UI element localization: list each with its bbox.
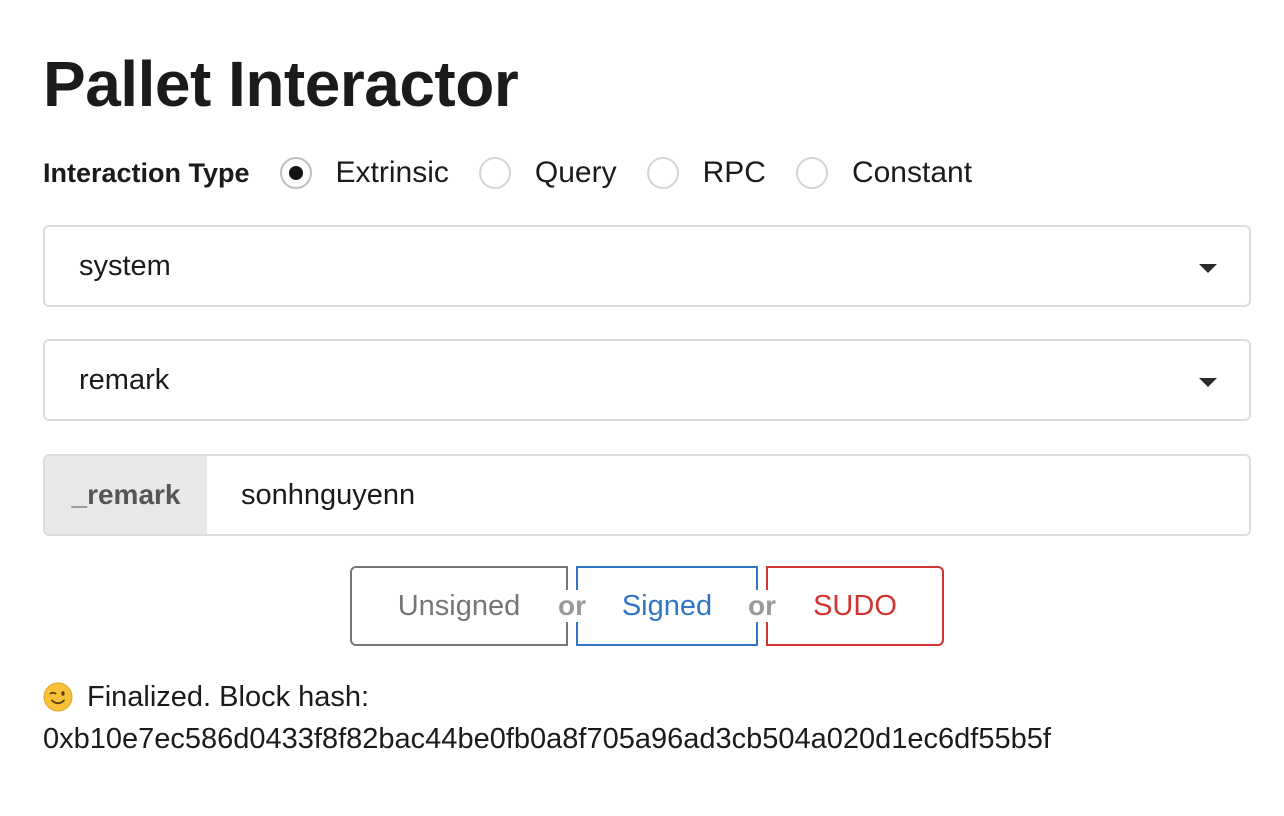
sudo-button[interactable]: SUDO (766, 566, 944, 646)
pallet-dropdown-value: system (79, 249, 171, 282)
status-message: Finalized. Block hash: (87, 681, 370, 713)
unsigned-button[interactable]: Unsigned (350, 566, 568, 646)
call-dropdown-value: remark (79, 363, 170, 396)
or-separator-label: or (742, 590, 782, 622)
caret-down-icon[interactable] (1199, 378, 1217, 387)
radio-constant-circle[interactable] (795, 157, 828, 189)
or-separator-label: or (552, 590, 592, 622)
wink-emoji-icon (43, 682, 73, 712)
caret-down-icon[interactable] (1199, 264, 1217, 273)
call-dropdown[interactable]: remark (43, 339, 1251, 421)
remark-param-label: _remark (45, 456, 207, 534)
radio-extrinsic-circle[interactable] (279, 157, 312, 189)
radio-constant[interactable]: Constant (795, 156, 972, 190)
page-title: Pallet Interactor (43, 48, 519, 120)
interaction-type-group: Interaction Type Extrinsic Query RPC Con… (43, 152, 1002, 194)
remark-param-input[interactable] (207, 456, 1249, 534)
radio-query[interactable]: Query (478, 156, 617, 190)
radio-rpc-circle[interactable] (646, 157, 679, 189)
radio-extrinsic[interactable]: Extrinsic (279, 156, 449, 190)
radio-query-label[interactable]: Query (535, 156, 617, 190)
radio-extrinsic-label[interactable]: Extrinsic (336, 156, 449, 190)
radio-constant-label[interactable]: Constant (852, 156, 972, 190)
signed-button[interactable]: Signed (576, 566, 758, 646)
radio-rpc-label[interactable]: RPC (703, 156, 766, 190)
tx-status: Finalized. Block hash: 0xb10e7ec586d0433… (43, 676, 1251, 760)
tx-button-group: Unsigned or Signed or SUDO (350, 566, 944, 646)
block-hash-value: 0xb10e7ec586d0433f8f82bac44be0fb0a8f705a… (43, 723, 1051, 755)
radio-query-circle[interactable] (478, 157, 511, 189)
radio-rpc[interactable]: RPC (646, 156, 766, 190)
interaction-type-label: Interaction Type (43, 157, 250, 188)
remark-param-field: _remark (43, 454, 1251, 536)
pallet-dropdown[interactable]: system (43, 225, 1251, 307)
or-separator: or (742, 566, 782, 646)
or-separator: or (552, 566, 592, 646)
status-line: Finalized. Block hash: (43, 676, 1251, 718)
